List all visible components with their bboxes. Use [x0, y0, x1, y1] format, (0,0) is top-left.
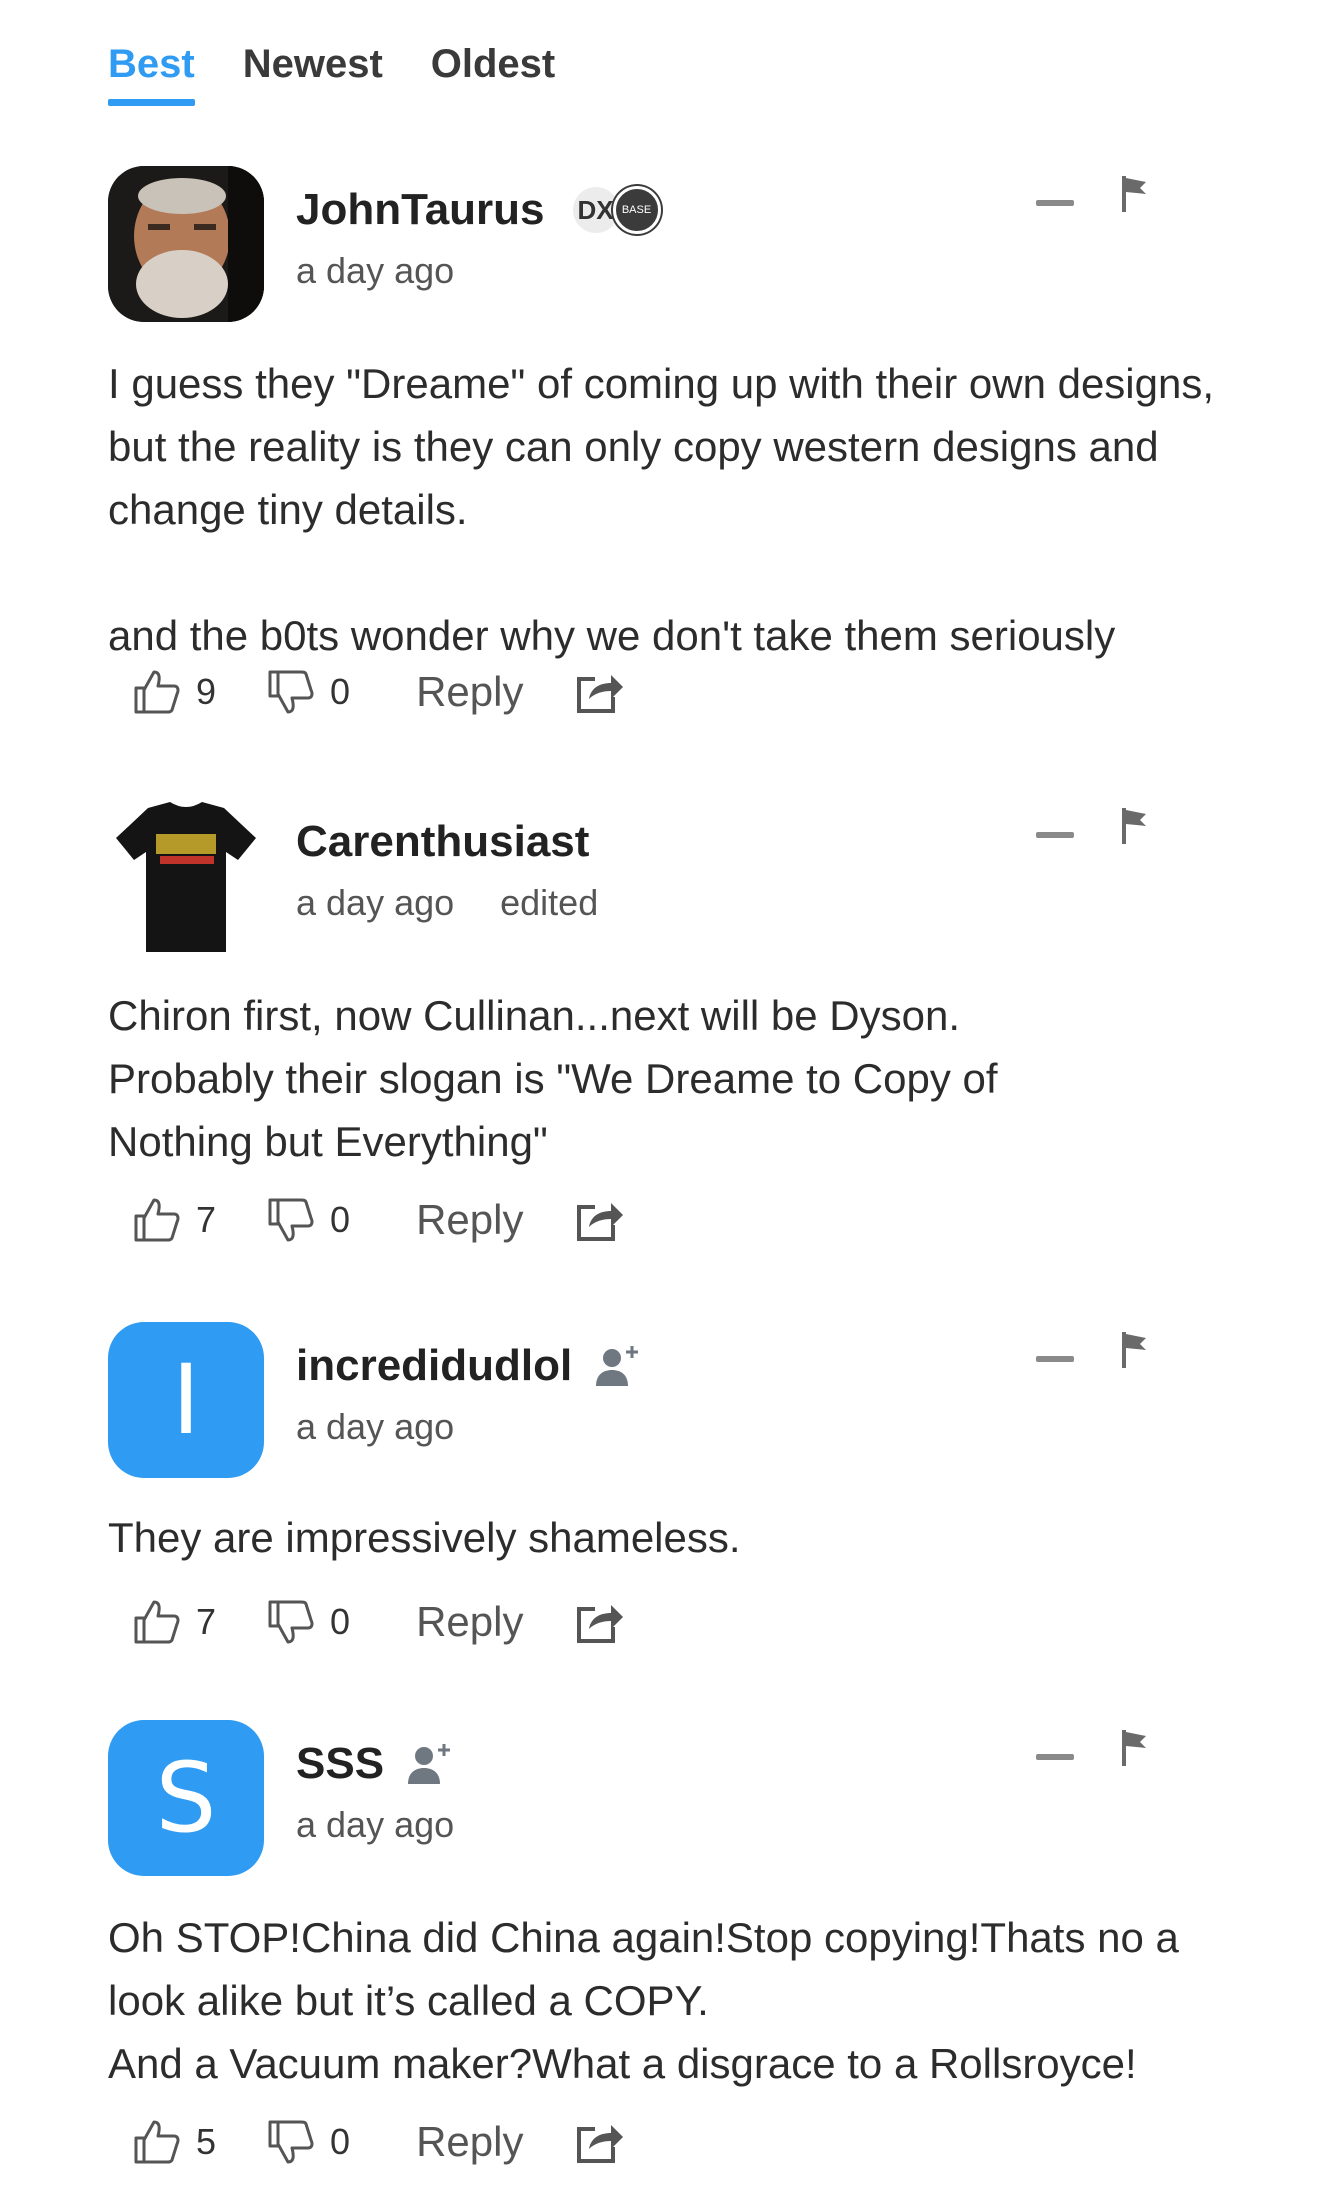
tab-best[interactable]: Best [108, 42, 195, 106]
follow-icon[interactable] [594, 1342, 642, 1390]
dislike-count: 0 [330, 1199, 351, 1240]
share-icon[interactable] [575, 2119, 625, 2165]
comment: S SSS a day ago Oh STOP!China did China … [108, 1720, 1208, 2199]
reply-button[interactable]: Reply [416, 1598, 523, 1646]
flag-icon[interactable] [1120, 174, 1150, 214]
thumbs-down-icon[interactable] [264, 2116, 316, 2168]
timestamp: a day ago [296, 250, 455, 291]
thumbs-up-icon[interactable] [130, 2116, 182, 2168]
collapse-icon[interactable] [1036, 832, 1074, 838]
comment-text: Chiron first, now Cullinan...next will b… [108, 992, 998, 1165]
author-name[interactable]: incredidudlol [296, 1341, 572, 1391]
comment: I incredidudlol a day ago They are impre… [108, 1322, 1208, 1662]
collapse-icon[interactable] [1036, 200, 1074, 206]
comment-text: They are impressively shameless. [108, 1514, 741, 1561]
thumbs-up-icon[interactable] [130, 666, 182, 718]
timestamp: a day ago [296, 1804, 455, 1845]
dx-badge[interactable]: DX [572, 187, 619, 233]
reply-button[interactable]: Reply [416, 1196, 523, 1244]
author-name[interactable]: JohnTaurus [296, 185, 545, 235]
edited-label: edited [500, 882, 599, 923]
author-name[interactable]: SSS [296, 1739, 384, 1789]
flag-icon[interactable] [1120, 806, 1150, 846]
thumbs-up-icon[interactable] [130, 1596, 182, 1648]
avatar[interactable]: S [108, 1720, 264, 1876]
thumbs-down-icon[interactable] [264, 1596, 316, 1648]
tab-newest[interactable]: Newest [243, 42, 383, 104]
tab-oldest[interactable]: Oldest [431, 42, 555, 104]
comment-text: Oh STOP!China did China again!Stop copyi… [108, 1914, 1179, 2087]
follow-icon[interactable] [406, 1740, 454, 1788]
like-count: 5 [196, 2121, 217, 2162]
flag-icon[interactable] [1120, 1330, 1150, 1370]
share-icon[interactable] [575, 1599, 625, 1645]
timestamp: a day ago [296, 882, 455, 923]
comment: Carenthusiast a day ago edited Chiron fi… [108, 798, 1208, 1278]
thumbs-up-icon[interactable] [130, 1194, 182, 1246]
avatar[interactable]: I [108, 1322, 264, 1478]
timestamp: a day ago [296, 1406, 455, 1447]
thumbs-down-icon[interactable] [264, 1194, 316, 1246]
flag-icon[interactable] [1120, 1728, 1150, 1768]
dislike-count: 0 [330, 1601, 351, 1642]
avatar[interactable] [108, 166, 264, 322]
author-name[interactable]: Carenthusiast [296, 817, 589, 867]
comment-text: I guess they "Dreame" of coming up with … [108, 360, 1215, 659]
collapse-icon[interactable] [1036, 1356, 1074, 1362]
avatar[interactable] [108, 798, 264, 954]
reply-button[interactable]: Reply [416, 668, 523, 716]
like-count: 9 [196, 671, 217, 712]
share-icon[interactable] [575, 1197, 625, 1243]
share-icon[interactable] [575, 669, 625, 715]
like-count: 7 [196, 1601, 217, 1642]
dislike-count: 0 [330, 671, 351, 712]
comment: JohnTaurus DX BASE a day ago I guess the… [108, 166, 1214, 766]
reply-button[interactable]: Reply [416, 2118, 523, 2166]
base-badge[interactable]: BASE [612, 186, 661, 234]
avatar-photo [108, 166, 264, 322]
avatar-shirt [116, 802, 256, 952]
sort-tabs: Best Newest Oldest [108, 42, 603, 106]
collapse-icon[interactable] [1036, 1754, 1074, 1760]
dislike-count: 0 [330, 2121, 351, 2162]
like-count: 7 [196, 1199, 217, 1240]
thumbs-down-icon[interactable] [264, 666, 316, 718]
